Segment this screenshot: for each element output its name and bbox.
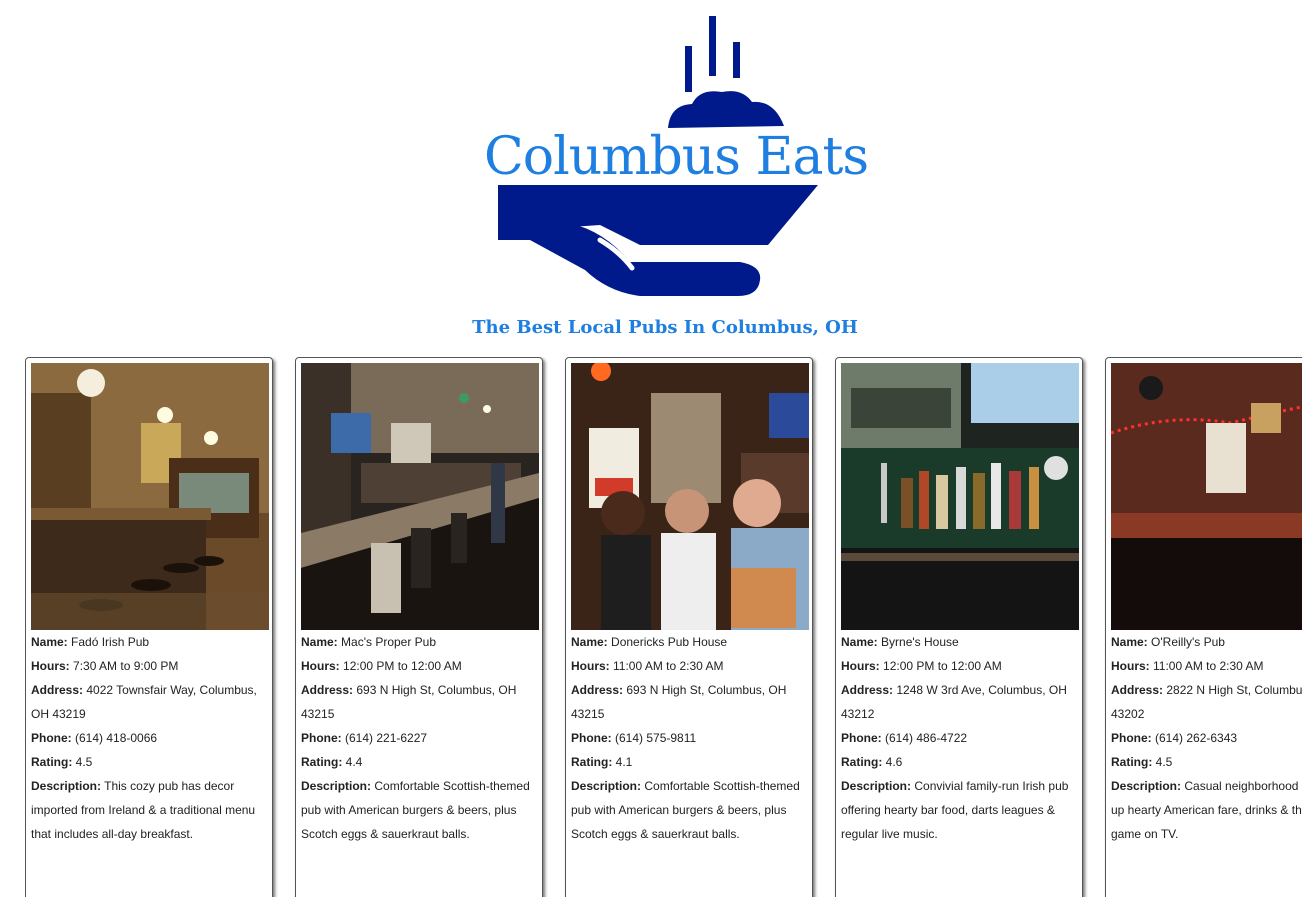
pub-name-row: Name: Mac's Proper Pub xyxy=(301,630,541,654)
pub-hours: 12:00 PM to 12:00 AM xyxy=(883,659,1002,673)
pub-rating-row: Rating: 4.4 xyxy=(301,750,541,774)
pub-rating: 4.5 xyxy=(1155,755,1173,769)
address-label: Address: xyxy=(841,683,894,697)
pub-info: Name: O'Reilly's Pub Hours: 11:00 AM to … xyxy=(1111,630,1302,846)
pub-description-row: Description: This cozy pub has decor imp… xyxy=(31,774,271,846)
rating-label: Rating: xyxy=(31,755,73,769)
pub-hours-row: Hours: 11:00 AM to 2:30 AM xyxy=(1111,654,1302,678)
description-label: Description: xyxy=(301,779,372,793)
pub-description-row: Description: Comfortable Scottish-themed… xyxy=(571,774,811,846)
pub-card: Name: Fadó Irish Pub Hours: 7:30 AM to 9… xyxy=(25,357,273,897)
pub-hours: 11:00 AM to 2:30 AM xyxy=(613,659,724,673)
name-label: Name: xyxy=(31,635,68,649)
pub-name-row: Name: Fadó Irish Pub xyxy=(31,630,271,654)
description-label: Description: xyxy=(841,779,912,793)
pub-hours-row: Hours: 11:00 AM to 2:30 AM xyxy=(571,654,811,678)
rating-label: Rating: xyxy=(841,755,883,769)
pub-rating: 4.1 xyxy=(615,755,633,769)
pub-rating: 4.4 xyxy=(345,755,363,769)
pub-hours: 11:00 AM to 2:30 AM xyxy=(1153,659,1264,673)
rating-label: Rating: xyxy=(571,755,613,769)
pub-phone-row: Phone: (614) 575-9811 xyxy=(571,726,811,750)
pub-phone: (614) 575-9811 xyxy=(615,731,697,745)
description-label: Description: xyxy=(571,779,642,793)
pub-name: Donericks Pub House xyxy=(611,635,728,649)
phone-label: Phone: xyxy=(1111,731,1152,745)
name-label: Name: xyxy=(841,635,878,649)
pub-address-row: Address: 4022 Townsfair Way, Columbus, O… xyxy=(31,678,271,726)
pub-phone: (614) 221-6227 xyxy=(345,731,428,745)
pub-hours: 12:00 PM to 12:00 AM xyxy=(343,659,462,673)
page-tagline: The Best Local Pubs In Columbus, OH xyxy=(472,317,858,338)
pub-name-row: Name: O'Reilly's Pub xyxy=(1111,630,1302,654)
address-label: Address: xyxy=(1111,683,1164,697)
pub-card: Name: Byrne's House Hours: 12:00 PM to 1… xyxy=(835,357,1083,897)
pub-rating-row: Rating: 4.6 xyxy=(841,750,1081,774)
name-label: Name: xyxy=(571,635,608,649)
pub-name-row: Name: Donericks Pub House xyxy=(571,630,811,654)
pub-name: O'Reilly's Pub xyxy=(1151,635,1225,649)
site-header: Columbus Eats The Best Local Pubs In Col… xyxy=(0,0,1302,350)
pub-description-row: Description: Comfortable Scottish-themed… xyxy=(301,774,541,846)
address-label: Address: xyxy=(31,683,84,697)
hours-label: Hours: xyxy=(31,659,70,673)
logo-text: Columbus Eats xyxy=(484,127,869,187)
address-label: Address: xyxy=(571,683,624,697)
name-label: Name: xyxy=(301,635,338,649)
hours-label: Hours: xyxy=(571,659,610,673)
pub-info: Name: Byrne's House Hours: 12:00 PM to 1… xyxy=(841,630,1081,846)
pub-card-list: Name: Fadó Irish Pub Hours: 7:30 AM to 9… xyxy=(25,357,1302,897)
pub-name-row: Name: Byrne's House xyxy=(841,630,1081,654)
pub-hours: 7:30 AM to 9:00 PM xyxy=(73,659,179,673)
description-label: Description: xyxy=(31,779,102,793)
pub-rating-row: Rating: 4.1 xyxy=(571,750,811,774)
pub-photo xyxy=(841,363,1079,630)
pub-photo xyxy=(31,363,269,630)
pub-description-row: Description: Convivial family-run Irish … xyxy=(841,774,1081,846)
pub-phone-row: Phone: (614) 262-6343 xyxy=(1111,726,1302,750)
pub-phone: (614) 486-4722 xyxy=(885,731,968,745)
hours-label: Hours: xyxy=(301,659,340,673)
pub-address-row: Address: 2822 N High St, Columbus, OH 43… xyxy=(1111,678,1302,726)
pub-description-row: Description: Casual neighborhood offerin… xyxy=(1111,774,1302,846)
pub-rating: 4.5 xyxy=(75,755,93,769)
pub-photo xyxy=(571,363,809,630)
pub-info: Name: Mac's Proper Pub Hours: 12:00 PM t… xyxy=(301,630,541,846)
pub-address-row: Address: 693 N High St, Columbus, OH 432… xyxy=(301,678,541,726)
pub-info: Name: Fadó Irish Pub Hours: 7:30 AM to 9… xyxy=(31,630,271,846)
pub-phone-row: Phone: (614) 418-0066 xyxy=(31,726,271,750)
pub-card: Name: Mac's Proper Pub Hours: 12:00 PM t… xyxy=(295,357,543,897)
pub-card: Name: Donericks Pub House Hours: 11:00 A… xyxy=(565,357,813,897)
pub-card: Name: O'Reilly's Pub Hours: 11:00 AM to … xyxy=(1105,357,1302,897)
pub-address-row: Address: 1248 W 3rd Ave, Columbus, OH 43… xyxy=(841,678,1081,726)
pub-photo xyxy=(301,363,539,630)
pub-phone: (614) 262-6343 xyxy=(1155,731,1238,745)
pub-hours-row: Hours: 7:30 AM to 9:00 PM xyxy=(31,654,271,678)
description-label: Description: xyxy=(1111,779,1182,793)
pub-info: Name: Donericks Pub House Hours: 11:00 A… xyxy=(571,630,811,846)
pub-hours-row: Hours: 12:00 PM to 12:00 AM xyxy=(301,654,541,678)
pub-name: Mac's Proper Pub xyxy=(341,635,437,649)
rating-label: Rating: xyxy=(301,755,343,769)
pub-phone-row: Phone: (614) 221-6227 xyxy=(301,726,541,750)
phone-label: Phone: xyxy=(571,731,612,745)
pub-rating-row: Rating: 4.5 xyxy=(1111,750,1302,774)
pub-hours-row: Hours: 12:00 PM to 12:00 AM xyxy=(841,654,1081,678)
pub-rating-row: Rating: 4.5 xyxy=(31,750,271,774)
pub-address-row: Address: 693 N High St, Columbus, OH 432… xyxy=(571,678,811,726)
pub-name: Byrne's House xyxy=(881,635,959,649)
pub-photo xyxy=(1111,363,1302,630)
phone-label: Phone: xyxy=(31,731,72,745)
address-label: Address: xyxy=(301,683,354,697)
phone-label: Phone: xyxy=(301,731,342,745)
pub-phone-row: Phone: (614) 486-4722 xyxy=(841,726,1081,750)
name-label: Name: xyxy=(1111,635,1148,649)
hours-label: Hours: xyxy=(841,659,880,673)
rating-label: Rating: xyxy=(1111,755,1153,769)
pub-rating: 4.6 xyxy=(885,755,903,769)
hours-label: Hours: xyxy=(1111,659,1150,673)
pub-name: Fadó Irish Pub xyxy=(71,635,150,649)
phone-label: Phone: xyxy=(841,731,882,745)
pub-phone: (614) 418-0066 xyxy=(75,731,158,745)
